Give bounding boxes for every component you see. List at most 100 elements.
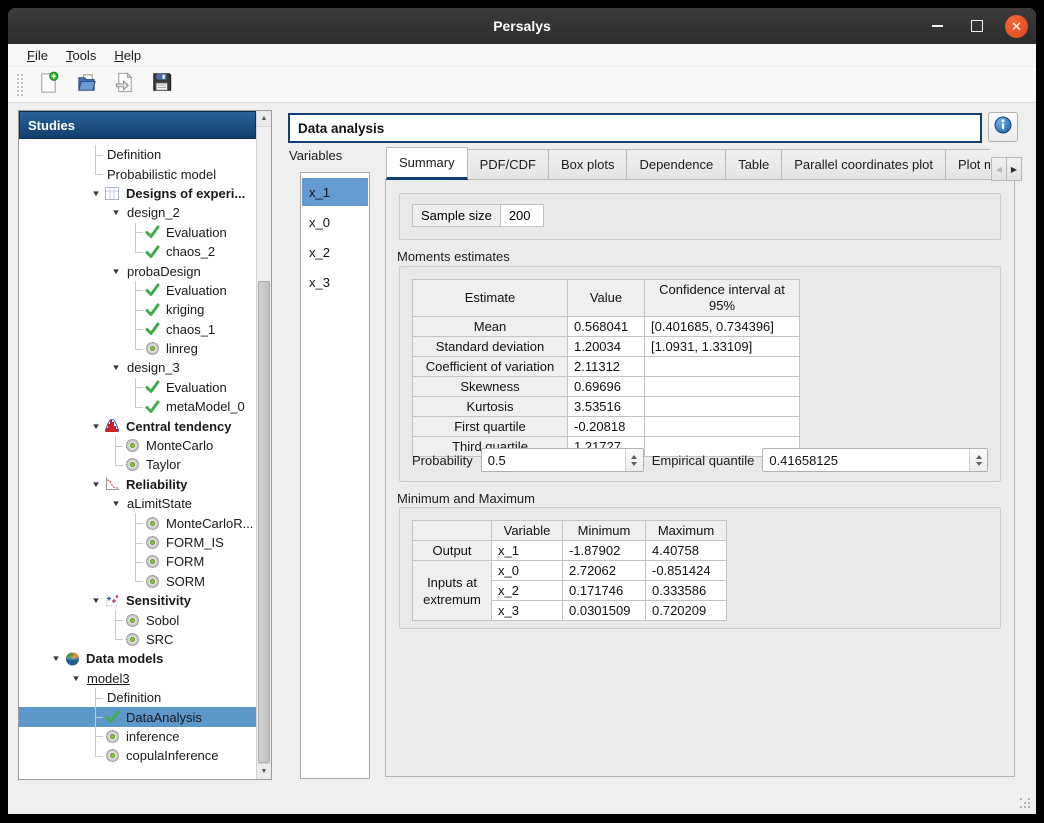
maximize-button[interactable] bbox=[965, 14, 989, 38]
spin-up-icon[interactable] bbox=[976, 455, 982, 459]
chevron-down-icon[interactable]: ▼ bbox=[111, 499, 121, 508]
chevron-down-icon[interactable]: ▼ bbox=[91, 189, 101, 198]
import-button[interactable] bbox=[109, 70, 139, 100]
tree-item-montecarlo[interactable]: MonteCarlo bbox=[19, 436, 271, 455]
chevron-down-icon[interactable]: ▼ bbox=[91, 422, 101, 431]
spinbox-arrows[interactable] bbox=[625, 449, 643, 471]
tree-item-central-tendency[interactable]: ▼Central tendency bbox=[19, 416, 271, 435]
probability-value[interactable]: 0.5 bbox=[482, 449, 625, 471]
tab-plot-matrix[interactable]: Plot matrix bbox=[946, 149, 990, 180]
tree-item-probabilistic-model[interactable]: Probabilistic model bbox=[19, 164, 271, 183]
scrollbar-thumb[interactable] bbox=[258, 281, 270, 763]
tree-item-metamodel-0[interactable]: metaModel_0 bbox=[19, 397, 271, 416]
tree-item-montecarlor[interactable]: MonteCarloR... bbox=[19, 513, 271, 532]
tree-indent: ▼ bbox=[88, 591, 104, 610]
tree-item-data-models[interactable]: ▼Data models bbox=[19, 649, 271, 668]
moments-value: [1.0931, 1.33109] bbox=[645, 337, 800, 357]
tab-table[interactable]: Table bbox=[726, 149, 782, 180]
tree-item-taylor[interactable]: Taylor bbox=[19, 455, 271, 474]
tree-item-reliability[interactable]: ▼Reliability bbox=[19, 475, 271, 494]
info-button[interactable] bbox=[988, 112, 1018, 142]
chevron-down-icon[interactable]: ▼ bbox=[91, 596, 101, 605]
tab-scroll-left-button[interactable]: ◀ bbox=[991, 157, 1007, 181]
tree-item-chaos-2[interactable]: chaos_2 bbox=[19, 242, 271, 261]
tab-parallel-coordinates-plot[interactable]: Parallel coordinates plot bbox=[782, 149, 946, 180]
variable-item-x-0[interactable]: x_0 bbox=[302, 208, 368, 236]
menu-help[interactable]: Help bbox=[105, 46, 150, 65]
tree-item-form[interactable]: FORM bbox=[19, 552, 271, 571]
tree-item-design-2[interactable]: ▼design_2 bbox=[19, 203, 271, 222]
chevron-down-icon[interactable]: ▼ bbox=[51, 654, 61, 663]
close-button[interactable]: ✕ bbox=[1005, 15, 1028, 38]
spin-down-icon[interactable] bbox=[976, 462, 982, 466]
tree-item-evaluation[interactable]: Evaluation bbox=[19, 378, 271, 397]
new-document-icon bbox=[37, 71, 60, 99]
variable-item-x-1[interactable]: x_1 bbox=[302, 178, 368, 206]
tab-box-plots[interactable]: Box plots bbox=[549, 149, 627, 180]
tree-item-probadesign[interactable]: ▼probaDesign bbox=[19, 261, 271, 280]
open-study-button[interactable] bbox=[71, 70, 101, 100]
tree-item-sensitivity[interactable]: ▼Sensitivity bbox=[19, 591, 271, 610]
title-bar[interactable]: Persalys ✕ bbox=[8, 8, 1036, 44]
variables-label: Variables bbox=[289, 148, 342, 163]
chevron-down-icon[interactable]: ▼ bbox=[91, 480, 101, 489]
empirical-quantile-value[interactable]: 0.41658125 bbox=[763, 449, 969, 471]
tree-item-evaluation[interactable]: Evaluation bbox=[19, 281, 271, 300]
chevron-down-icon[interactable]: ▼ bbox=[111, 267, 121, 276]
scrollbar-down-button[interactable]: ▼ bbox=[257, 763, 271, 779]
chevron-down-icon[interactable]: ▼ bbox=[111, 208, 121, 217]
tab-scroll-right-button[interactable]: ▶ bbox=[1007, 157, 1022, 181]
tree-item-design-3[interactable]: ▼design_3 bbox=[19, 358, 271, 377]
toolbar-drag-handle[interactable] bbox=[16, 73, 23, 97]
tab-pdf-cdf[interactable]: PDF/CDF bbox=[468, 149, 549, 180]
tree-item-label: Evaluation bbox=[163, 283, 230, 298]
tree-item-inference[interactable]: inference bbox=[19, 727, 271, 746]
variables-list: x_1x_0x_2x_3 bbox=[300, 172, 370, 779]
gear-icon bbox=[104, 748, 120, 764]
tree-scrollbar[interactable]: ▲ ▼ bbox=[256, 111, 271, 779]
empirical-quantile-label: Empirical quantile bbox=[652, 453, 755, 468]
tree-item-definition[interactable]: Definition bbox=[19, 688, 271, 707]
tab-dependence[interactable]: Dependence bbox=[627, 149, 726, 180]
check-icon bbox=[144, 282, 160, 298]
tree-item-alimitstate[interactable]: ▼aLimitState bbox=[19, 494, 271, 513]
tree-item-kriging[interactable]: kriging bbox=[19, 300, 271, 319]
menu-tools[interactable]: Tools bbox=[57, 46, 105, 65]
probability-spinbox[interactable]: 0.5 bbox=[481, 448, 644, 472]
menu-file[interactable]: File bbox=[18, 46, 57, 65]
spin-down-icon[interactable] bbox=[631, 462, 637, 466]
tree-branch-line bbox=[128, 242, 144, 261]
chevron-down-icon[interactable]: ▼ bbox=[111, 363, 121, 372]
check-icon bbox=[104, 709, 120, 725]
new-study-button[interactable] bbox=[33, 70, 63, 100]
tree-item-sobol[interactable]: Sobol bbox=[19, 610, 271, 629]
save-button[interactable] bbox=[147, 70, 177, 100]
moments-value: 1.20034 bbox=[568, 337, 645, 357]
tree-item-evaluation[interactable]: Evaluation bbox=[19, 223, 271, 242]
moments-value bbox=[645, 377, 800, 397]
variable-item-x-3[interactable]: x_3 bbox=[302, 268, 368, 296]
resize-grip[interactable] bbox=[1020, 798, 1032, 810]
empirical-quantile-spinbox[interactable]: 0.41658125 bbox=[762, 448, 988, 472]
tab-summary[interactable]: Summary bbox=[386, 147, 468, 180]
tree-item-label: Evaluation bbox=[163, 225, 230, 240]
tree-item-chaos-1[interactable]: chaos_1 bbox=[19, 320, 271, 339]
gear-icon bbox=[144, 573, 160, 589]
tree-item-linreg[interactable]: linreg bbox=[19, 339, 271, 358]
spinbox-arrows[interactable] bbox=[969, 449, 987, 471]
analysis-name-input[interactable]: Data analysis bbox=[288, 113, 982, 143]
tree-item-sorm[interactable]: SORM bbox=[19, 572, 271, 591]
moments-value: -0.20818 bbox=[568, 417, 645, 437]
scrollbar-up-button[interactable]: ▲ bbox=[257, 111, 271, 127]
variable-item-x-2[interactable]: x_2 bbox=[302, 238, 368, 266]
tree-item-copulainference[interactable]: copulaInference bbox=[19, 746, 271, 765]
spin-up-icon[interactable] bbox=[631, 455, 637, 459]
tree-item-designs-of-experi[interactable]: ▼Designs of experi... bbox=[19, 184, 271, 203]
tree-item-model3[interactable]: ▼model3 bbox=[19, 669, 271, 688]
tree-item-dataanalysis[interactable]: DataAnalysis bbox=[19, 707, 271, 726]
tree-item-form-is[interactable]: FORM_IS bbox=[19, 533, 271, 552]
chevron-down-icon[interactable]: ▼ bbox=[71, 674, 81, 683]
minimize-button[interactable] bbox=[925, 14, 949, 38]
tree-item-src[interactable]: SRC bbox=[19, 630, 271, 649]
tree-item-definition[interactable]: Definition bbox=[19, 145, 271, 164]
